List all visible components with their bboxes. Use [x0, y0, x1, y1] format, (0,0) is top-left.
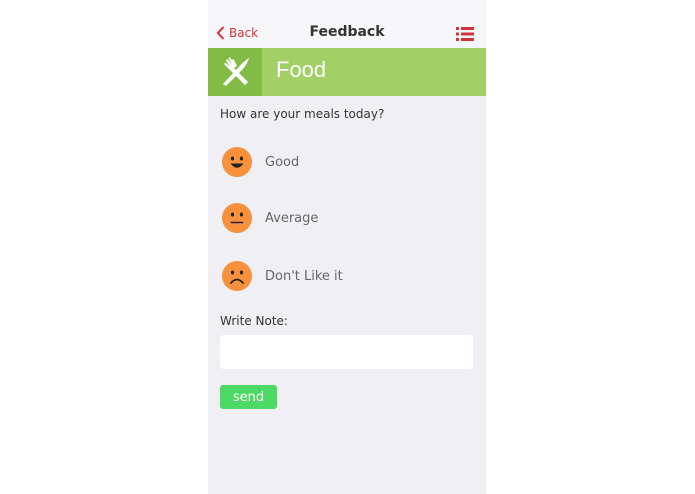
banner-title: Food — [276, 57, 327, 82]
option-label: Don't Like it — [265, 268, 343, 284]
option-label: Good — [265, 154, 300, 170]
fork-knife-icon — [223, 57, 249, 86]
list-icon — [456, 27, 474, 41]
option-label: Average — [265, 210, 319, 226]
neutral-face-icon — [222, 203, 252, 233]
phone-screen: Back Feedback Food How are your meals to… — [208, 0, 486, 494]
sad-face-icon — [222, 261, 252, 291]
send-button[interactable]: send — [220, 385, 277, 409]
page-title: Feedback — [309, 24, 385, 40]
question-text: How are your meals today? — [220, 107, 385, 121]
option-average[interactable]: Average — [222, 202, 318, 234]
note-input[interactable] — [220, 335, 473, 369]
happy-face-icon — [222, 147, 252, 177]
option-dont-like[interactable]: Don't Like it — [222, 260, 343, 292]
navigation-bar: Back Feedback — [208, 0, 486, 48]
option-good[interactable]: Good — [222, 146, 299, 178]
list-menu-button[interactable] — [456, 26, 474, 42]
note-label: Write Note: — [220, 314, 288, 328]
banner-icon-box — [208, 48, 262, 96]
category-banner: Food — [208, 48, 486, 96]
